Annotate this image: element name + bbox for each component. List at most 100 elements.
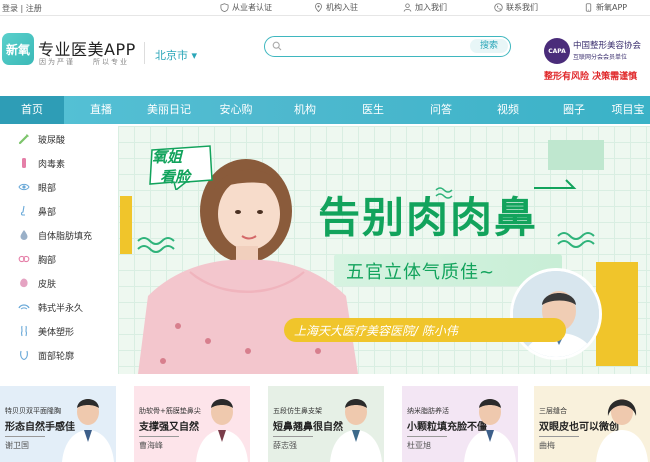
category-item[interactable]: 眼部 (0, 176, 118, 198)
doctor-portrait (510, 268, 602, 360)
slogan: 因为严谨 所以专业 (39, 58, 129, 66)
join-us-link[interactable]: 加入我们 (403, 2, 447, 13)
category-label: 美体塑形 (38, 327, 75, 338)
association-name: 中国整形美容协会 (573, 41, 642, 51)
category-label: 面部轮廓 (38, 351, 75, 362)
card-divider (407, 436, 447, 437)
card-divider (273, 436, 313, 437)
body-icon (20, 325, 28, 337)
nav-home[interactable]: 首页 (0, 96, 64, 124)
category-label: 鼻部 (38, 207, 57, 218)
main-nav: 首页 直播 美丽日记 安心购 机构 医生 问答 视频 圈子 项目宝 (0, 96, 650, 124)
nav-video[interactable]: 视频 (474, 96, 542, 124)
doctor-photo (196, 399, 248, 462)
search-button[interactable]: 搜索 (470, 39, 508, 53)
category-item[interactable]: 面部轮廓 (0, 344, 118, 366)
doctor-card[interactable]: 三层缝合 双眼皮也可以微创 曲梅 (534, 386, 650, 462)
capa-logo: CAPA (544, 38, 570, 64)
banner-subhead: 五官立体气质佳~ (346, 262, 496, 283)
category-item[interactable]: 鼻部 (0, 200, 118, 222)
nav-institutions[interactable]: 机构 (272, 96, 338, 124)
card-tagline: 三层缝合 (539, 407, 567, 415)
nav-diary[interactable]: 美丽日记 (138, 96, 200, 124)
phone-icon (494, 3, 503, 12)
category-sidebar: 玻尿酸 肉毒素 眼部 鼻部 自体脂肪填充 胸部 皮肤 韩式半永久 美体塑形 面部… (0, 126, 118, 374)
nav-qa[interactable]: 问答 (408, 96, 474, 124)
brand-logo[interactable]: 新氧 (2, 33, 34, 65)
card-doctor-name: 薛志强 (273, 441, 297, 450)
category-item[interactable]: 自体脂肪填充 (0, 224, 118, 246)
chevron-down-icon: ▾ (191, 49, 198, 62)
category-item[interactable]: 皮肤 (0, 272, 118, 294)
doctor-photo (464, 399, 516, 462)
category-label: 韩式半永久 (38, 303, 84, 314)
category-item[interactable]: 美体塑形 (0, 320, 118, 342)
card-divider (539, 436, 579, 437)
eyebrow-icon (18, 304, 30, 310)
card-divider (139, 436, 179, 437)
practitioner-cert-link[interactable]: 从业者认证 (220, 2, 272, 13)
card-tagline: 纳米脂肪养活 (407, 407, 449, 415)
category-item[interactable]: 玻尿酸 (0, 128, 118, 150)
doctor-card[interactable]: 肋软骨+筋膜垫鼻尖 支撑强又自然 曹海峰 (134, 386, 250, 462)
doctor-card-strip: 特贝贝双平面隆胸 形态自然手感佳 谢卫国 肋软骨+筋膜垫鼻尖 支撑强又自然 曹海… (0, 386, 650, 462)
category-label: 肉毒素 (38, 159, 66, 170)
card-doctor-name: 杜亚旭 (407, 441, 431, 450)
nav-project-guide[interactable]: 项目宝 (606, 96, 650, 124)
category-label: 自体脂肪填充 (38, 231, 93, 242)
contact-us-link[interactable]: 联系我们 (494, 2, 538, 13)
card-tagline: 五段仿生鼻支架 (273, 407, 322, 415)
eye-icon (18, 183, 30, 191)
city-label: 北京市 (155, 49, 188, 62)
app-download-label: 新氧APP (596, 3, 628, 12)
category-label: 玻尿酸 (38, 135, 66, 146)
doctor-card[interactable]: 五段仿生鼻支架 短鼻翘鼻很自然 薛志强 (268, 386, 384, 462)
header-divider (144, 42, 145, 64)
phone-device-icon (585, 3, 592, 12)
chest-icon (18, 255, 30, 263)
app-download-link[interactable]: 新氧APP (584, 2, 627, 13)
nav-safe-buy[interactable]: 安心购 (200, 96, 272, 124)
doctor-card[interactable]: 特贝贝双平面隆胸 形态自然手感佳 谢卫国 (0, 386, 116, 462)
person-icon (403, 3, 412, 12)
banner-headline: 告别肉肉鼻 (318, 193, 539, 242)
face-icon (20, 350, 28, 361)
card-doctor-name: 曹海峰 (139, 441, 163, 450)
card-doctor-name: 谢卫国 (5, 441, 29, 450)
syringe-icon (18, 134, 29, 145)
nav-circles[interactable]: 圈子 (542, 96, 606, 124)
skin-icon (20, 278, 28, 288)
nav-live[interactable]: 直播 (64, 96, 138, 124)
search-icon (272, 41, 282, 51)
category-label: 眼部 (38, 183, 57, 194)
doctor-credit: 上海天大医疗美容医院/ 陈小伟 (294, 324, 458, 338)
association-subtitle: 互联网分会会员单位 (573, 54, 628, 61)
doctor-card[interactable]: 纳米脂肪养活 小颗粒填充脸不僵 杜亚旭 (402, 386, 518, 462)
card-tagline: 特贝贝双平面隆胸 (5, 407, 61, 415)
risk-warning: 整形有风险 决策需谨慎 (544, 72, 638, 82)
promo-banner[interactable]: 氧姐 看脸 告别肉肉鼻 五官立体气质佳~ 上海天大医疗美容医院/ 陈小伟 (118, 126, 650, 374)
category-label: 胸部 (38, 255, 57, 266)
location-icon (315, 3, 322, 12)
doctor-photo (62, 399, 114, 462)
category-item[interactable]: 肉毒素 (0, 152, 118, 174)
category-label: 皮肤 (38, 279, 57, 290)
card-title: 支撑强又自然 (139, 422, 199, 433)
institution-join-label: 机构入驻 (326, 3, 358, 12)
utility-links: 从业者认证 机构入驻 加入我们 联系我们 新氧APP (0, 2, 650, 14)
search-box: 搜索 (264, 36, 511, 57)
nav-doctors[interactable]: 医生 (338, 96, 408, 124)
city-selector[interactable]: 北京市 ▾ (155, 47, 197, 63)
category-item[interactable]: 韩式半永久 (0, 296, 118, 318)
institution-join-link[interactable]: 机构入驻 (314, 2, 358, 13)
nose-icon (20, 205, 25, 216)
doctor-photo (596, 399, 648, 462)
contact-us-label: 联系我们 (506, 3, 538, 12)
vial-icon (22, 158, 26, 168)
category-item[interactable]: 胸部 (0, 248, 118, 270)
search-input[interactable] (285, 39, 435, 54)
top-utility-bar: 登录 | 注册 从业者认证 机构入驻 加入我们 联系我们 新氧APP (0, 0, 650, 16)
shield-icon (220, 3, 229, 12)
drop-icon (20, 230, 28, 240)
join-us-label: 加入我们 (415, 3, 447, 12)
